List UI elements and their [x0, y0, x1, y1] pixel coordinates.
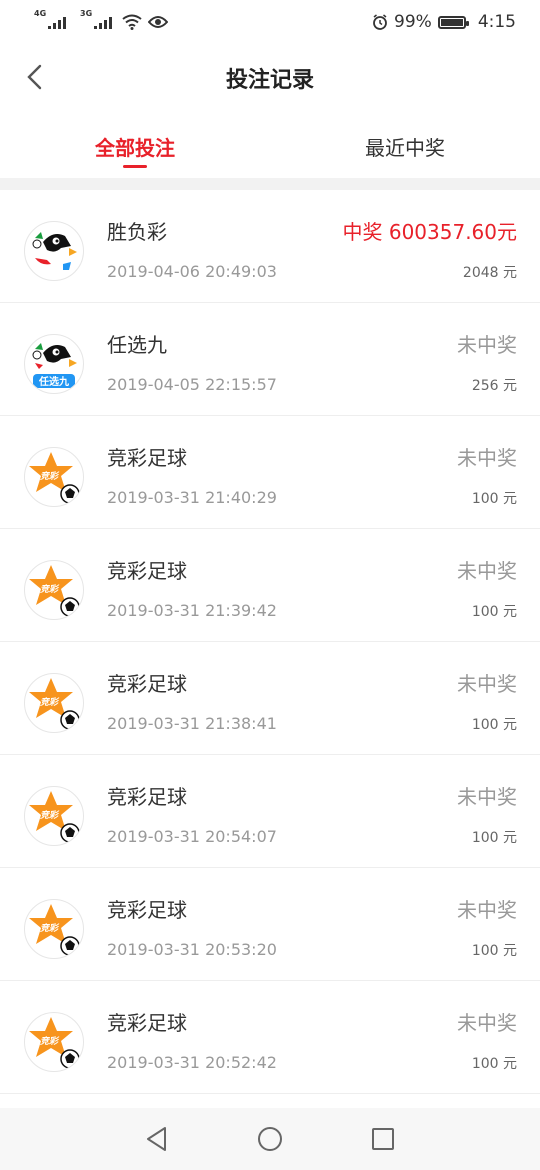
battery-percent: 99%	[394, 12, 432, 32]
jingcai-logo-text: 竞彩	[40, 923, 60, 934]
section-divider	[0, 178, 540, 190]
back-triangle-icon	[146, 1127, 166, 1151]
status-bar-left: 4G 3G	[34, 9, 168, 30]
jingcai-logo-text: 竞彩	[40, 584, 60, 595]
list-item[interactable]: 任选九 任选九 2019-04-05 22:15:57 未中奖 256 元	[0, 303, 540, 416]
jingcai-logo-text: 竞彩	[40, 697, 60, 708]
win-status: 未中奖	[457, 672, 517, 696]
jingcai-logo-icon: 竞彩	[24, 899, 84, 959]
status-bar-right: 99% 4:15	[372, 12, 516, 32]
status-bar: 4G 3G 99% 4:15	[0, 0, 540, 44]
win-status: 中奖 600357.60元	[342, 220, 517, 244]
jingcai-logo-icon: 竞彩	[24, 560, 84, 620]
page-title: 投注记录	[225, 68, 314, 93]
eye-icon	[148, 16, 168, 28]
clock: 4:15	[477, 12, 516, 32]
bet-amount: 100 元	[471, 717, 517, 733]
bet-time: 2019-03-31 21:39:42	[107, 601, 277, 620]
nav-recents-button[interactable]	[368, 1124, 398, 1154]
lottery-type: 胜负彩	[107, 220, 167, 244]
list-item[interactable]: 竞彩 竞彩足球 2019-03-31 21:39:42 未中奖 100 元	[0, 529, 540, 642]
jingcai-logo-text: 竞彩	[40, 471, 60, 482]
list-item[interactable]: 竞彩 竞彩足球 2019-03-31 21:40:29 未中奖 100 元	[0, 416, 540, 529]
bet-time: 2019-03-31 20:54:07	[107, 827, 277, 846]
renxuanjiu-logo-icon: 任选九	[24, 334, 84, 394]
jingcai-logo-icon: 竞彩	[24, 673, 84, 733]
win-status: 未中奖	[457, 559, 517, 583]
bet-record-list: 胜负彩 2019-04-06 20:49:03 中奖 600357.60元 20…	[0, 190, 540, 1094]
jingcai-logo-icon: 竞彩	[24, 447, 84, 507]
list-item[interactable]: 竞彩 竞彩足球 2019-03-31 20:54:07 未中奖 100 元	[0, 755, 540, 868]
lottery-type: 竞彩足球	[107, 785, 187, 809]
bet-time: 2019-03-31 21:38:41	[107, 714, 277, 733]
list-item[interactable]: 竞彩 竞彩足球 2019-03-31 21:38:41 未中奖 100 元	[0, 642, 540, 755]
wifi-icon	[122, 14, 142, 30]
bet-amount: 256 元	[471, 378, 517, 394]
win-status: 未中奖	[457, 446, 517, 470]
renxuanjiu-logo-text: 任选九	[38, 375, 69, 388]
recents-square-icon	[372, 1128, 395, 1150]
jingcai-logo-icon: 竞彩	[24, 1012, 84, 1072]
lottery-type: 竞彩足球	[107, 559, 187, 583]
jingcai-logo-icon: 竞彩	[24, 786, 84, 846]
bet-time: 2019-03-31 20:52:42	[107, 1053, 277, 1072]
bet-amount: 100 元	[471, 604, 517, 620]
win-status: 未中奖	[457, 785, 517, 809]
alarm-icon	[373, 14, 387, 30]
list-item[interactable]: 胜负彩 2019-04-06 20:49:03 中奖 600357.60元 20…	[0, 190, 540, 303]
bet-amount: 100 元	[471, 830, 517, 846]
lottery-type: 任选九	[107, 333, 167, 357]
bet-time: 2019-04-05 22:15:57	[107, 375, 277, 394]
signal-4g-icon: 4G	[34, 9, 66, 29]
net-type-2: 3G	[80, 9, 93, 18]
lottery-type: 竞彩足球	[107, 446, 187, 470]
bet-amount: 2048 元	[462, 265, 517, 281]
bet-time: 2019-03-31 21:40:29	[107, 488, 277, 507]
signal-3g-icon: 3G	[80, 9, 112, 29]
lottery-type: 竞彩足球	[107, 898, 187, 922]
shengfucai-logo-icon	[24, 221, 84, 281]
lottery-type: 竞彩足球	[107, 672, 187, 696]
tab-recent-wins[interactable]: 最近中奖	[270, 112, 540, 178]
header: 投注记录	[0, 44, 540, 112]
win-status: 未中奖	[457, 333, 517, 357]
jingcai-logo-text: 竞彩	[40, 1036, 60, 1047]
tab-bar: 全部投注 最近中奖	[0, 112, 540, 178]
jingcai-logo-text: 竞彩	[40, 810, 60, 821]
system-nav-bar	[0, 1108, 540, 1170]
list-item[interactable]: 竞彩 竞彩足球 2019-03-31 20:52:42 未中奖 100 元	[0, 981, 540, 1094]
battery-icon	[437, 15, 469, 29]
bet-amount: 100 元	[471, 491, 517, 507]
net-type-1: 4G	[34, 9, 47, 18]
lottery-type: 竞彩足球	[107, 1011, 187, 1035]
tab-all-bets[interactable]: 全部投注	[0, 112, 270, 178]
win-status: 未中奖	[457, 1011, 517, 1035]
nav-back-button[interactable]	[142, 1124, 172, 1154]
bet-amount: 100 元	[471, 1056, 517, 1072]
bet-time: 2019-03-31 20:53:20	[107, 940, 277, 959]
bet-time: 2019-04-06 20:49:03	[107, 262, 277, 281]
win-status: 未中奖	[457, 898, 517, 922]
list-item[interactable]: 竞彩 竞彩足球 2019-03-31 20:53:20 未中奖 100 元	[0, 868, 540, 981]
bet-amount: 100 元	[471, 943, 517, 959]
home-circle-icon	[257, 1127, 282, 1151]
nav-home-button[interactable]	[255, 1124, 285, 1154]
